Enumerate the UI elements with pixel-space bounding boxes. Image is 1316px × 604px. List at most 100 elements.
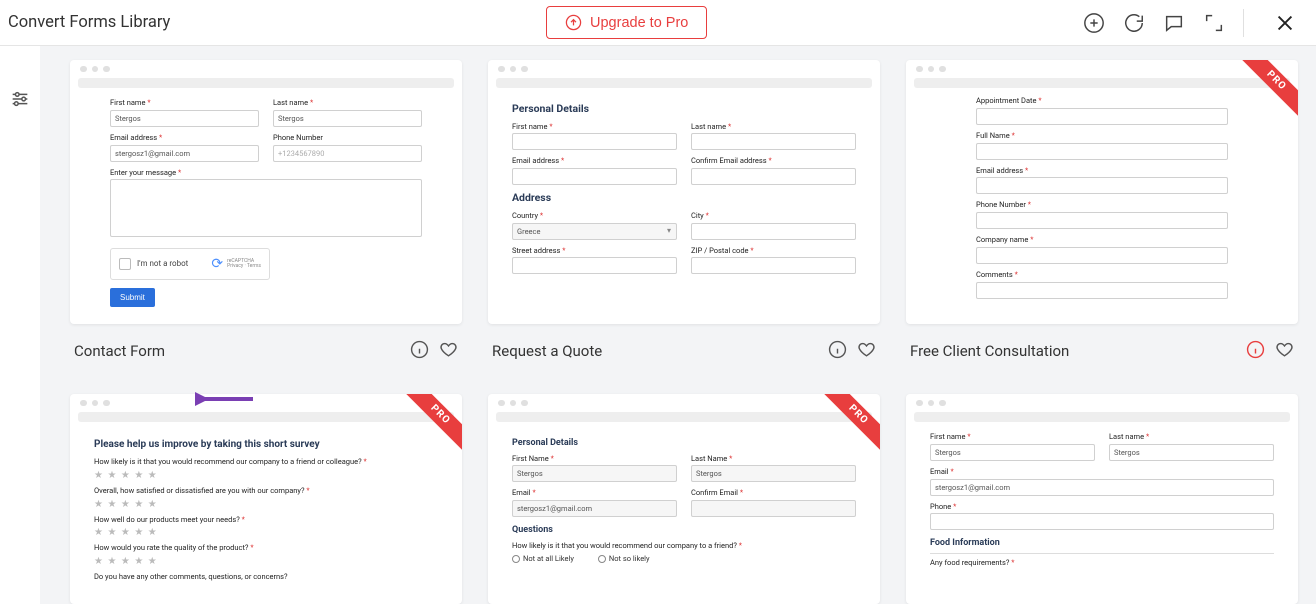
- upgrade-to-pro-button[interactable]: Upgrade to Pro: [546, 6, 707, 39]
- label: First Name: [512, 454, 549, 463]
- template-preview[interactable]: First name * Last name * Email * Phone *…: [906, 394, 1298, 604]
- templates-grid: First name * Last name * Email address *…: [70, 60, 1298, 604]
- close-icon: [1274, 12, 1296, 34]
- favorite-button[interactable]: [857, 340, 876, 363]
- favorite-button[interactable]: [439, 340, 458, 363]
- card-meta: Request a Quote: [488, 324, 880, 368]
- label: Phone Number: [976, 200, 1026, 209]
- label: First name: [512, 122, 547, 131]
- browser-urlbar: [914, 78, 1290, 88]
- last-name-input: [691, 465, 856, 482]
- star-rating: ★ ★ ★ ★ ★: [94, 469, 438, 482]
- content: First name * Last name * Email address *…: [40, 46, 1316, 604]
- section-heading: Questions: [512, 525, 856, 537]
- info-button[interactable]: [410, 340, 429, 363]
- label: Full Name: [976, 131, 1010, 140]
- label: First name: [930, 432, 965, 441]
- captcha-label: I'm not a robot: [137, 259, 188, 269]
- refresh-icon: [1123, 12, 1145, 34]
- upload-circle-icon: [565, 14, 582, 31]
- template-card: First name * Last name * Email address *…: [70, 60, 462, 368]
- browser-dots: [906, 394, 1298, 412]
- upgrade-label: Upgrade to Pro: [590, 15, 688, 31]
- question: How likely is it that you would recommen…: [94, 457, 362, 466]
- question: How well do our products meet your needs…: [94, 515, 240, 524]
- template-preview[interactable]: PRO Personal Details First Name * Last N…: [488, 394, 880, 604]
- label: Street address: [512, 246, 560, 255]
- question: How would you rate the quality of the pr…: [94, 543, 248, 552]
- browser-urlbar: [78, 412, 454, 422]
- preview-body: First name * Last name * Email address *…: [70, 92, 462, 324]
- label: Last name: [273, 98, 308, 107]
- card-title: Request a Quote: [492, 342, 602, 360]
- label: Enter your message: [110, 168, 176, 177]
- fullname-input: [976, 143, 1228, 160]
- label: Appointment Date: [976, 96, 1036, 105]
- captcha-fine: Privacy · Terms: [227, 264, 261, 269]
- radio-label: Not at all Likely: [523, 554, 574, 564]
- template-preview[interactable]: PRO Appointment Date * Full Name * Email…: [906, 60, 1298, 324]
- info-button[interactable]: [1246, 340, 1265, 363]
- template-card: PRO Personal Details First Name * Last N…: [488, 394, 880, 604]
- star-rating: ★ ★ ★ ★ ★: [94, 526, 438, 539]
- first-name-input: [512, 133, 677, 150]
- email-input: [930, 479, 1274, 496]
- label: Email address: [512, 156, 559, 165]
- recaptcha-icon: ⟳: [211, 255, 223, 273]
- template-preview[interactable]: PRO Please help us improve by taking thi…: [70, 394, 462, 604]
- preview-body: Please help us improve by taking this sh…: [70, 426, 462, 604]
- plus-circle-icon: [1083, 12, 1105, 34]
- radio-group: Not at all Likely Not so likely: [512, 554, 856, 564]
- top-bar: Convert Forms Library Upgrade to Pro: [0, 0, 1316, 46]
- label: Confirm Email: [691, 488, 738, 497]
- message-input: [110, 179, 422, 237]
- favorite-button[interactable]: [1275, 340, 1294, 363]
- label: Email: [930, 467, 949, 476]
- filters-button[interactable]: [9, 88, 31, 110]
- last-name-input: [1109, 444, 1274, 461]
- label: Email: [512, 488, 531, 497]
- sidebar: [0, 46, 40, 604]
- question: Overall, how satisfied or dissatisfied a…: [94, 486, 305, 495]
- comments-input: [976, 282, 1228, 299]
- preview-body: Personal Details First name * Last name …: [488, 92, 880, 324]
- template-preview[interactable]: Personal Details First name * Last name …: [488, 60, 880, 324]
- recaptcha: I'm not a robot ⟳ reCAPTCHAPrivacy · Ter…: [110, 248, 270, 280]
- card-meta: Contact Form: [70, 324, 462, 368]
- info-button[interactable]: [828, 340, 847, 363]
- divider: [1243, 9, 1244, 37]
- template-preview[interactable]: First name * Last name * Email address *…: [70, 60, 462, 324]
- phone-input: [976, 212, 1228, 229]
- close-button[interactable]: [1274, 12, 1296, 34]
- section-heading: Please help us improve by taking this sh…: [94, 438, 438, 451]
- expand-button[interactable]: [1203, 12, 1225, 34]
- label: Last name: [1109, 432, 1144, 441]
- confirm-email-input: [691, 500, 856, 517]
- sliders-icon: [9, 88, 31, 110]
- add-button[interactable]: [1083, 12, 1105, 34]
- company-input: [976, 247, 1228, 264]
- question: Do you have any other comments, question…: [94, 572, 438, 582]
- annotation-arrow: [195, 391, 255, 405]
- browser-urlbar: [78, 78, 454, 88]
- label: City: [691, 211, 704, 220]
- radio-label: Not so likely: [609, 554, 650, 564]
- zip-input: [691, 257, 856, 274]
- label: Comments: [976, 270, 1013, 279]
- refresh-button[interactable]: [1123, 12, 1145, 34]
- section-heading: Address: [512, 191, 856, 205]
- card-title: Contact Form: [74, 342, 165, 360]
- phone-input: [930, 513, 1274, 530]
- label: Last name: [691, 122, 726, 131]
- info-circle-icon: [1246, 340, 1265, 359]
- main: First name * Last name * Email address *…: [0, 46, 1316, 604]
- first-name-input: [512, 465, 677, 482]
- label: Company name: [976, 235, 1028, 244]
- date-input: [976, 108, 1228, 125]
- city-input: [691, 223, 856, 240]
- browser-dots: [488, 60, 880, 78]
- label: Email address: [110, 133, 157, 142]
- phone-input: [273, 145, 422, 162]
- feedback-button[interactable]: [1163, 12, 1185, 34]
- template-card: PRO Please help us improve by taking thi…: [70, 394, 462, 604]
